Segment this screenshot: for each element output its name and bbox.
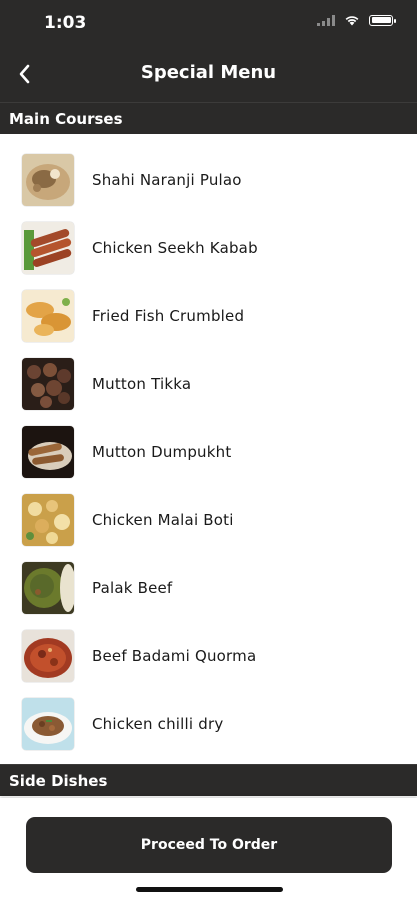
item-name: Palak Beef	[92, 579, 173, 597]
battery-icon	[369, 14, 396, 26]
item-name: Beef Badami Quorma	[92, 647, 257, 665]
item-name: Chicken Malai Boti	[92, 511, 234, 529]
list-item[interactable]: Mutton Tikka	[0, 350, 417, 418]
page-title: Special Menu	[140, 62, 277, 83]
home-indicator	[136, 887, 283, 892]
item-name: Shahi Naranji Pulao	[92, 171, 242, 189]
item-name: Chicken chilli dry	[92, 715, 224, 733]
item-name: Mutton Tikka	[92, 375, 192, 393]
item-name: Fried Fish Crumbled	[92, 307, 245, 325]
pulao-thumbnail	[22, 154, 74, 206]
top-bar: 1:03 Special Menu	[0, 0, 417, 102]
palak-beef-thumbnail	[22, 562, 74, 614]
list-item[interactable]: Shahi Naranji Pulao	[0, 146, 417, 214]
section-header-main-courses: Main Courses	[0, 102, 417, 134]
list-item[interactable]: Mutton Dumpukht	[0, 418, 417, 486]
tikka-thumbnail	[22, 358, 74, 410]
bottom-bar: Proceed To Order	[0, 798, 417, 900]
status-icons	[317, 14, 396, 26]
status-bar: 1:03	[0, 0, 417, 46]
malai-boti-thumbnail	[22, 494, 74, 546]
quorma-thumbnail	[22, 630, 74, 682]
status-time: 1:03	[44, 13, 87, 33]
section-header-side-dishes: Side Dishes	[0, 764, 417, 796]
list-item[interactable]: Beef Badami Quorma	[0, 622, 417, 690]
list-item[interactable]: Chicken chilli dry	[0, 690, 417, 758]
wifi-icon	[345, 16, 359, 26]
list-item[interactable]: Palak Beef	[0, 554, 417, 622]
list-item[interactable]: Chicken Seekh Kabab	[0, 214, 417, 282]
chilli-dry-thumbnail	[22, 698, 74, 750]
item-name: Mutton Dumpukht	[92, 443, 232, 461]
dumpukht-thumbnail	[22, 426, 74, 478]
list-item[interactable]: Chicken Malai Boti	[0, 486, 417, 554]
item-name: Chicken Seekh Kabab	[92, 239, 258, 257]
signal-icon	[317, 14, 335, 26]
nav-bar: Special Menu	[0, 46, 417, 102]
kabab-thumbnail	[22, 222, 74, 274]
fish-thumbnail	[22, 290, 74, 342]
proceed-to-order-button[interactable]: Proceed To Order	[26, 817, 392, 873]
list-item[interactable]: Fried Fish Crumbled	[0, 282, 417, 350]
